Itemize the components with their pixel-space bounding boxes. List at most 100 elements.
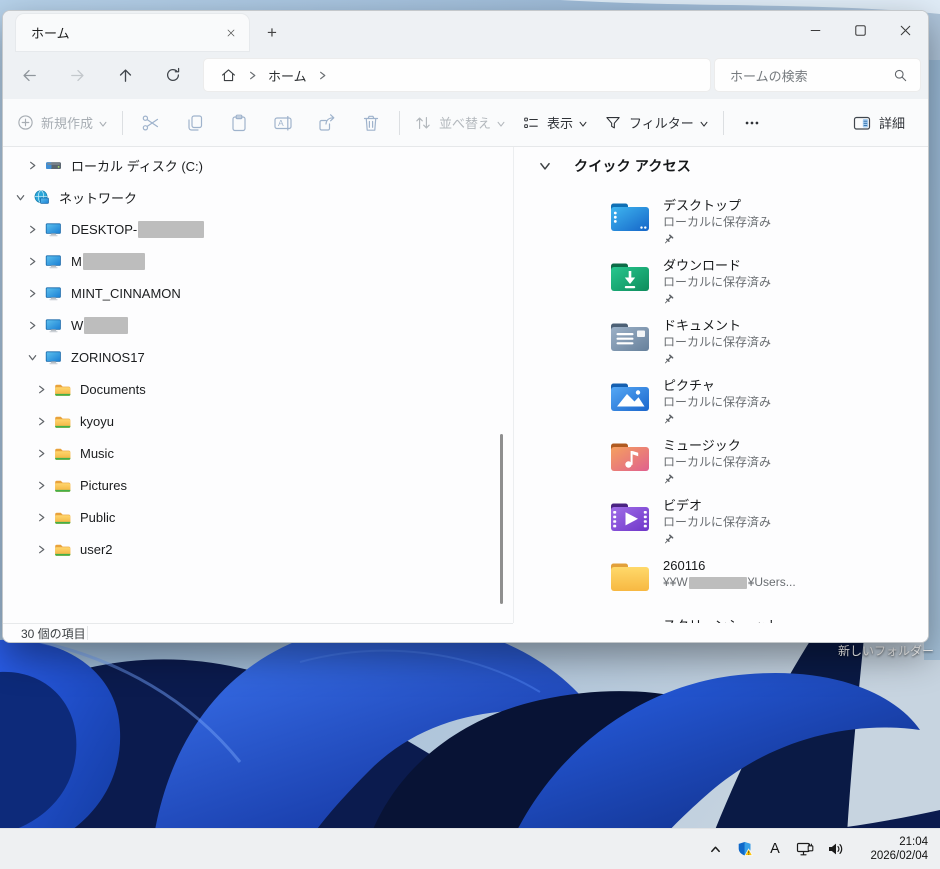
funnel-icon [604, 114, 622, 132]
cut-button[interactable] [129, 105, 173, 141]
clock[interactable]: 21:04 2026/02/04 [858, 835, 928, 863]
ellipsis-icon [743, 114, 761, 132]
search-input[interactable]: ホームの検索 [714, 58, 921, 92]
filter-label: フィルター [629, 116, 694, 131]
chevron-icon[interactable] [34, 480, 48, 491]
folder-icon [608, 437, 652, 477]
breadcrumb-segment-home[interactable]: ホーム [268, 66, 307, 85]
tree-item[interactable]: M [3, 245, 513, 277]
chevron-icon[interactable] [25, 288, 39, 299]
tree-item-icon [45, 349, 62, 366]
chevron-down-icon [98, 119, 108, 129]
pin-icon [663, 354, 771, 365]
chevron-icon[interactable] [34, 448, 48, 459]
details-pane-button[interactable]: 詳細 [844, 105, 918, 141]
chevron-icon[interactable] [34, 544, 48, 555]
tree-item[interactable]: ZORINOS17 [3, 341, 513, 373]
chevron-icon[interactable] [13, 192, 27, 203]
tree-item[interactable]: DESKTOP- [3, 213, 513, 245]
delete-button[interactable] [349, 105, 393, 141]
home-icon[interactable] [220, 67, 237, 84]
filter-button[interactable]: フィルター [596, 105, 717, 141]
forward-button[interactable] [59, 59, 95, 91]
tree-item-label: user2 [80, 541, 113, 557]
folder-icon [608, 317, 652, 357]
clock-time: 21:04 [899, 836, 928, 848]
tree-item[interactable]: ローカル ディスク (C:) [3, 149, 513, 181]
tree-item[interactable]: ネットワーク [3, 181, 513, 213]
tree-item-label: ローカル ディスク (C:) [71, 158, 203, 174]
desktop-icon-label-new-folder[interactable]: 新しいフォルダー [838, 642, 940, 659]
tree-item[interactable]: Pictures [3, 469, 513, 501]
share-button[interactable] [305, 105, 349, 141]
chevron-icon[interactable] [34, 384, 48, 395]
copy-button[interactable] [173, 105, 217, 141]
minimize-button[interactable] [793, 11, 838, 50]
nav-scrollbar-thumb[interactable] [500, 434, 503, 604]
details-panel-icon [852, 113, 872, 133]
quick-access-item[interactable]: 260116 ¥¥W ¥Users... [514, 557, 894, 613]
paste-button[interactable] [217, 105, 261, 141]
maximize-button[interactable] [838, 11, 883, 50]
tree-item-icon [45, 157, 62, 174]
quick-access-item[interactable]: ビデオ ローカルに保存済み [514, 497, 894, 553]
tree-item[interactable]: Music [3, 437, 513, 469]
close-button[interactable] [883, 11, 928, 50]
view-list-icon [522, 114, 540, 132]
view-button[interactable]: 表示 [514, 105, 596, 141]
command-bar: 新規作成 並べ替え 表示 フィルター 詳細 [3, 99, 928, 147]
refresh-button[interactable] [155, 59, 191, 91]
status-hairline [3, 623, 513, 624]
search-icon[interactable] [893, 68, 908, 83]
security-shield-icon[interactable] [730, 829, 760, 869]
tree-item[interactable]: Documents [3, 373, 513, 405]
chevron-icon[interactable] [34, 416, 48, 427]
network-icon[interactable] [790, 829, 820, 869]
quick-access-item[interactable]: ドキュメント ローカルに保存済み [514, 317, 894, 373]
more-options-button[interactable] [730, 105, 774, 141]
tree-item-icon [54, 509, 71, 526]
sort-button[interactable]: 並べ替え [406, 105, 514, 141]
chevron-icon[interactable] [25, 160, 39, 171]
tab-close-icon[interactable] [220, 22, 242, 44]
rename-button[interactable] [261, 105, 305, 141]
chevron-icon[interactable] [25, 352, 39, 363]
up-button[interactable] [107, 59, 143, 91]
quick-access-item[interactable]: デスクトップ ローカルに保存済み [514, 197, 894, 253]
folder-icon [608, 197, 652, 237]
tree-item-label: ZORINOS17 [71, 349, 145, 365]
chevron-icon[interactable] [25, 256, 39, 267]
item-subtitle: ローカルに保存済み [663, 515, 772, 529]
chevron-icon[interactable] [25, 224, 39, 235]
chevron-icon[interactable] [34, 512, 48, 523]
tree-item-label: kyoyu [80, 413, 114, 429]
new-tab-button[interactable]: + [259, 20, 285, 46]
breadcrumb[interactable]: ホーム [203, 58, 711, 92]
quick-access-item[interactable]: ダウンロード ローカルに保存済み [514, 257, 894, 313]
chevron-icon[interactable] [25, 320, 39, 331]
tree-item[interactable]: user2 [3, 533, 513, 565]
tree-item-icon [45, 253, 62, 270]
chevron-right-icon [247, 70, 258, 81]
back-button[interactable] [11, 59, 47, 91]
tree-item-label: W [71, 317, 84, 333]
clock-date: 2026/02/04 [870, 850, 928, 862]
tree-item[interactable]: kyoyu [3, 405, 513, 437]
quick-access-header[interactable]: クイック アクセス [538, 156, 691, 176]
nav-tree: ローカル ディスク (C:) ネットワーク DESKTOP- M MINT_CI… [3, 147, 513, 565]
tree-item[interactable]: MINT_CINNAMON [3, 277, 513, 309]
volume-icon[interactable] [820, 829, 850, 869]
explorer-tab-home[interactable]: ホーム [16, 14, 249, 51]
new-button[interactable]: 新規作成 [9, 105, 116, 141]
chevron-down-icon [496, 119, 506, 129]
tree-item[interactable]: W [3, 309, 513, 341]
tree-item-icon [45, 221, 62, 238]
ime-mode-indicator[interactable]: A [760, 829, 790, 869]
quick-access-item[interactable]: ミュージック ローカルに保存済み [514, 437, 894, 493]
item-name: ミュージック [663, 438, 741, 453]
quick-access-item[interactable]: ピクチャ ローカルに保存済み [514, 377, 894, 433]
tray-chevron-up-icon[interactable] [700, 829, 730, 869]
tree-item[interactable]: Public [3, 501, 513, 533]
tree-item-icon [54, 445, 71, 462]
rename-icon [273, 113, 293, 133]
